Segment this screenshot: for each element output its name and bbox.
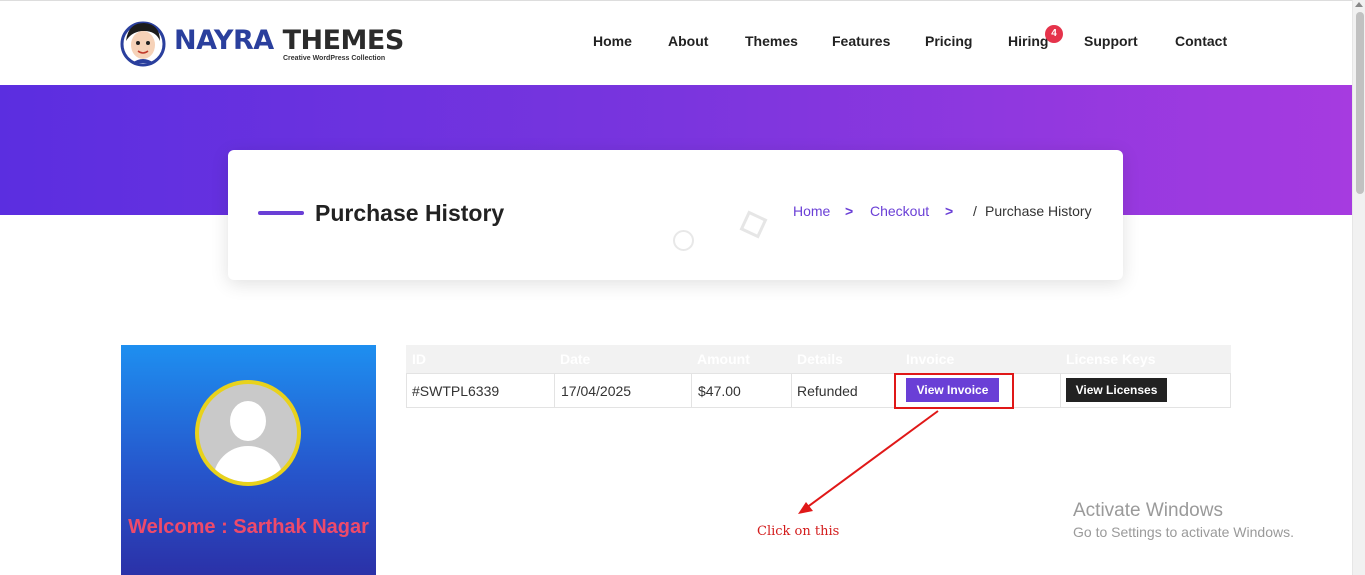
breadcrumb-home[interactable]: Home	[793, 203, 830, 219]
page-title: Purchase History	[315, 200, 505, 226]
col-header-id: ID	[412, 351, 426, 367]
breadcrumb-current: Purchase History	[985, 203, 1092, 219]
windows-activation-watermark: Activate Windows Go to Settings to activ…	[1073, 500, 1294, 540]
breadcrumb-checkout[interactable]: Checkout	[870, 203, 929, 219]
decorative-diamond	[739, 210, 768, 239]
chevron-right-icon: >	[945, 203, 954, 219]
site-header: NAYRA THEMES Creative WordPress Collecti…	[0, 0, 1352, 85]
chevron-right-icon: >	[845, 203, 854, 219]
welcome-text: Welcome : Sarthak Nagar	[128, 516, 369, 538]
table-header: ID Date Amount Details Invoice License K…	[406, 345, 1231, 373]
nav-hiring[interactable]: Hiring	[1008, 33, 1048, 49]
cell-id: #SWTPL6339	[412, 383, 500, 399]
hiring-count-badge: 4	[1045, 25, 1063, 43]
view-licenses-button[interactable]: View Licenses	[1066, 378, 1167, 402]
cell-divider	[691, 374, 692, 407]
scrollbar-thumb[interactable]	[1356, 12, 1364, 194]
col-header-details: Details	[797, 351, 843, 367]
page-title-card: Purchase History Home > Checkout > / Pur…	[228, 150, 1123, 280]
col-header-date: Date	[560, 351, 591, 367]
cell-divider	[791, 374, 792, 407]
nav-about[interactable]: About	[668, 33, 708, 49]
cell-amount: $47.00	[698, 383, 741, 399]
nav-home[interactable]: Home	[593, 33, 632, 49]
title-accent-line	[258, 211, 304, 215]
main-nav: Home About Themes Features Pricing Hirin…	[0, 33, 1352, 53]
watermark-title: Activate Windows	[1073, 500, 1223, 521]
avatar-head	[230, 401, 266, 441]
annotation-text: Click on this	[757, 524, 840, 539]
col-header-license-keys: License Keys	[1066, 351, 1156, 367]
annotation-arrow-icon	[798, 410, 939, 514]
nav-features[interactable]: Features	[832, 33, 890, 49]
cell-details: Refunded	[797, 383, 858, 399]
nav-contact[interactable]: Contact	[1175, 33, 1227, 49]
user-placeholder-icon	[195, 380, 301, 486]
nav-support[interactable]: Support	[1084, 33, 1138, 49]
page: NAYRA THEMES Creative WordPress Collecti…	[0, 0, 1365, 575]
cell-divider	[554, 374, 555, 407]
watermark-subtitle: Go to Settings to activate Windows.	[1073, 524, 1294, 540]
profile-card: Welcome : Sarthak Nagar	[121, 345, 376, 575]
decorative-circle	[673, 230, 694, 251]
cell-divider	[1060, 374, 1061, 407]
nav-themes[interactable]: Themes	[745, 33, 798, 49]
col-header-amount: Amount	[697, 351, 750, 367]
logo-tagline: Creative WordPress Collection	[283, 55, 386, 62]
col-header-invoice: Invoice	[906, 351, 955, 367]
annotation-highlight-box	[894, 373, 1014, 409]
cell-date: 17/04/2025	[561, 383, 632, 399]
nav-pricing[interactable]: Pricing	[925, 33, 972, 49]
breadcrumb-slash: /	[973, 203, 977, 219]
page-scrollbar[interactable]	[1352, 0, 1365, 575]
scroll-up-icon[interactable]	[1355, 2, 1363, 7]
avatar-body	[213, 446, 283, 482]
